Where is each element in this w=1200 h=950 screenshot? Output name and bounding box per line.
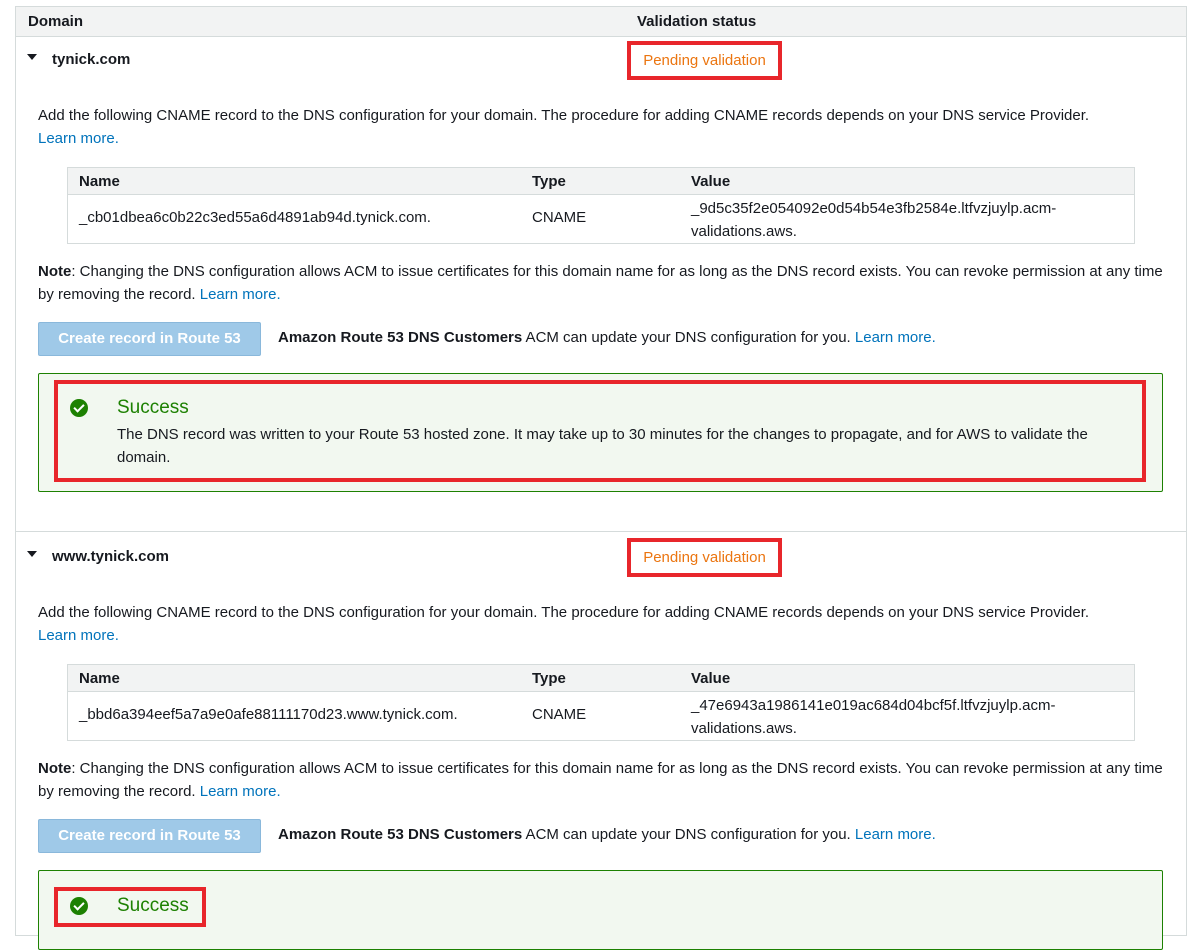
name-header: Name — [79, 173, 120, 190]
learn-more-link[interactable]: Learn more. — [200, 286, 281, 303]
create-record-route53-button[interactable]: Create record in Route 53 — [38, 819, 261, 853]
section-divider — [16, 531, 1186, 532]
success-check-icon — [70, 399, 88, 417]
success-title: Success — [117, 397, 189, 418]
route53-info: Amazon Route 53 DNS Customers ACM can up… — [278, 329, 936, 346]
learn-more-link[interactable]: Learn more. — [38, 627, 119, 644]
status-badge: Pending validation — [627, 41, 782, 80]
status-column-header: Validation status — [637, 13, 757, 30]
route53-info: Amazon Route 53 DNS Customers ACM can up… — [278, 826, 936, 843]
record-name: _cb01dbea6c0b22c3ed55a6d4891ab94d.tynick… — [79, 209, 431, 226]
record-value: _9d5c35f2e054092e0d54b54e3fb2584e.ltfvzj… — [691, 200, 1057, 240]
domain-row[interactable]: tynick.com Pending validation — [16, 37, 1186, 81]
record-type: CNAME — [532, 209, 587, 226]
cname-instruction: Add the following CNAME record to the DN… — [38, 107, 1090, 147]
learn-more-link[interactable]: Learn more. — [855, 826, 936, 843]
name-header: Name — [79, 670, 120, 687]
record-table-header: Name Type Value — [68, 168, 1134, 195]
status-badge: Pending validation — [627, 538, 782, 577]
type-header: Type — [532, 670, 566, 687]
record-type: CNAME — [532, 706, 587, 723]
table-row: _bbd6a394eef5a7a9e0afe88111170d23.www.ty… — [68, 692, 1134, 740]
create-record-route53-button[interactable]: Create record in Route 53 — [38, 322, 261, 356]
domain-name: tynick.com — [52, 51, 131, 68]
table-row: _cb01dbea6c0b22c3ed55a6d4891ab94d.tynick… — [68, 195, 1134, 243]
record-name: _bbd6a394eef5a7a9e0afe88111170d23.www.ty… — [79, 706, 458, 723]
type-header: Type — [532, 173, 566, 190]
record-table-header: Name Type Value — [68, 665, 1134, 692]
caret-down-icon[interactable] — [27, 551, 37, 557]
success-message: The DNS record was written to your Route… — [117, 426, 1088, 466]
learn-more-link[interactable]: Learn more. — [855, 329, 936, 346]
learn-more-link[interactable]: Learn more. — [200, 783, 281, 800]
value-header: Value — [691, 173, 731, 190]
cname-record-table: Name Type Value _cb01dbea6c0b22c3ed55a6d… — [67, 167, 1135, 244]
validation-table: Domain Validation status tynick.com Pend… — [15, 6, 1187, 950]
domain-name: www.tynick.com — [52, 548, 169, 565]
caret-down-icon[interactable] — [27, 54, 37, 60]
dns-note: Note: Changing the DNS configuration all… — [38, 263, 1163, 303]
cname-instruction: Add the following CNAME record to the DN… — [38, 604, 1090, 644]
route53-row: Create record in Route 53 Amazon Route 5… — [38, 322, 1168, 356]
domain-row[interactable]: www.tynick.com Pending validation — [16, 534, 1186, 578]
success-check-icon — [70, 897, 88, 915]
learn-more-link[interactable]: Learn more. — [38, 130, 119, 147]
domain-column-header: Domain — [28, 13, 84, 30]
value-header: Value — [691, 670, 731, 687]
success-alert: Success The DNS record was written to yo… — [38, 373, 1163, 492]
table-header: Domain Validation status — [16, 7, 1186, 37]
route53-row: Create record in Route 53 Amazon Route 5… — [38, 819, 1168, 853]
dns-note: Note: Changing the DNS configuration all… — [38, 760, 1163, 800]
record-value: _47e6943a1986141e019ac684d04bcf5f.ltfvzj… — [691, 697, 1056, 737]
cname-record-table: Name Type Value _bbd6a394eef5a7a9e0afe88… — [67, 664, 1135, 741]
success-alert: Success — [38, 870, 1163, 950]
